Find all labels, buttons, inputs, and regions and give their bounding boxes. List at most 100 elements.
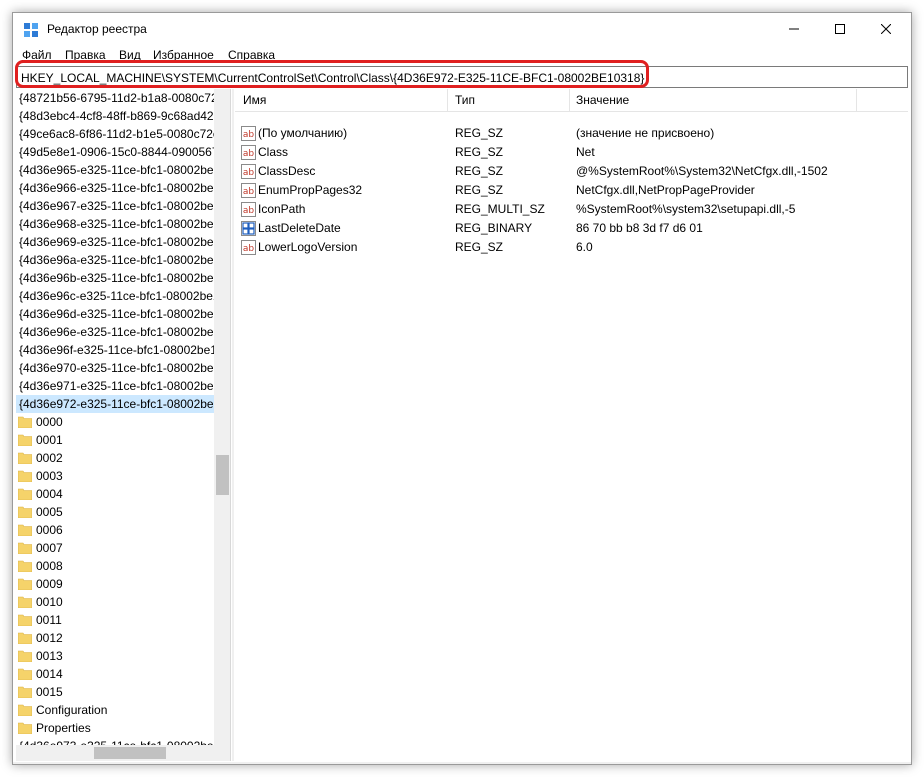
folder-icon: [18, 452, 32, 464]
title-bar[interactable]: Редактор реестра: [13, 13, 911, 45]
tree-subkey-item[interactable]: 0009: [16, 575, 214, 593]
tree-item-label: {4d36e968-e325-11ce-bfc1-08002be1: [19, 217, 214, 231]
tree-key-item[interactable]: {4d36e966-e325-11ce-bfc1-08002be1: [16, 179, 214, 197]
tree-subkey-item[interactable]: Configuration: [16, 701, 214, 719]
menu-file[interactable]: Файл: [22, 48, 52, 62]
value-row[interactable]: ab (По умолчанию) REG_SZ (значение не присв…: [235, 124, 908, 143]
tree-subkey-item[interactable]: 0013: [16, 647, 214, 665]
list-header: Имя Тип Значение: [235, 89, 908, 112]
tree-item-label: {4d36e96f-e325-11ce-bfc1-08002be10: [19, 343, 214, 357]
tree-item-label: {4d36e966-e325-11ce-bfc1-08002be1: [19, 181, 214, 195]
svg-text:ab: ab: [243, 244, 255, 254]
tree-subkey-item[interactable]: 0004: [16, 485, 214, 503]
tree-item-label: 0003: [36, 469, 63, 483]
folder-icon: [18, 542, 32, 554]
column-divider[interactable]: [856, 89, 857, 111]
folder-icon: [18, 578, 32, 590]
tree-key-item[interactable]: {49ce6ac8-6f86-11d2-b1e5-0080c72e: [16, 125, 214, 143]
close-icon: [881, 24, 891, 34]
tree-key-item[interactable]: {4d36e967-e325-11ce-bfc1-08002be1: [16, 197, 214, 215]
tree-key-item[interactable]: {4d36e96a-e325-11ce-bfc1-08002be1: [16, 251, 214, 269]
value-data: (значение не присвоено): [576, 126, 715, 140]
tree-subkey-item[interactable]: 0014: [16, 665, 214, 683]
tree-vertical-scroll-thumb[interactable]: [216, 455, 229, 495]
close-button[interactable]: [863, 13, 909, 45]
values-list-pane: Имя Тип Значение ab (По умолчанию) REG_SZ(…: [235, 89, 908, 761]
tree-key-item[interactable]: {48721b56-6795-11d2-b1a8-0080c72e: [16, 89, 214, 107]
value-row[interactable]: LastDeleteDate REG_BINARY 86 70 bb b8 3d f…: [235, 219, 908, 238]
tree-subkey-item[interactable]: 0008: [16, 557, 214, 575]
tree-subkey-item[interactable]: 0005: [16, 503, 214, 521]
string-value-icon: ab: [241, 183, 256, 198]
tree-item-label: {4d36e965-e325-11ce-bfc1-08002be1: [19, 163, 214, 177]
tree-subkey-item[interactable]: 0006: [16, 521, 214, 539]
folder-icon: [18, 614, 32, 626]
menu-help[interactable]: Справка: [228, 48, 275, 62]
tree-key-item[interactable]: {4d36e968-e325-11ce-bfc1-08002be1: [16, 215, 214, 233]
tree-item-label: {4d36e971-e325-11ce-bfc1-08002be1: [19, 379, 214, 393]
tree-subkey-item[interactable]: 0012: [16, 629, 214, 647]
tree-subkey-item[interactable]: Properties: [16, 719, 214, 737]
menu-favorites[interactable]: Избранное: [153, 48, 214, 62]
tree-item-label: {4d36e96b-e325-11ce-bfc1-08002be1: [19, 271, 214, 285]
tree-subkey-item[interactable]: 0015: [16, 683, 214, 701]
tree-item-label: 0002: [36, 451, 63, 465]
value-name: Class: [258, 145, 289, 159]
status-strip: [13, 762, 911, 764]
tree-key-item[interactable]: {4d36e96d-e325-11ce-bfc1-08002be1: [16, 305, 214, 323]
tree-key-item[interactable]: {48d3ebc4-4cf8-48ff-b869-9c68ad42e: [16, 107, 214, 125]
column-header-name[interactable]: Имя: [243, 93, 266, 107]
tree-item-label: {4d36e967-e325-11ce-bfc1-08002be1: [19, 199, 214, 213]
tree-item-label: Configuration: [36, 703, 108, 717]
folder-icon: [18, 650, 32, 662]
svg-text:ab: ab: [243, 168, 255, 178]
tree-subkey-item[interactable]: 0011: [16, 611, 214, 629]
column-header-type[interactable]: Тип: [455, 93, 475, 107]
tree-key-item[interactable]: {4d36e970-e325-11ce-bfc1-08002be1: [16, 359, 214, 377]
column-header-data[interactable]: Значение: [576, 93, 629, 107]
tree-subkey-item[interactable]: 0007: [16, 539, 214, 557]
value-row[interactable]: ab LowerLogoVersion REG_SZ 6.0: [235, 238, 908, 257]
menu-view[interactable]: Вид: [119, 48, 141, 62]
address-bar[interactable]: HKEY_LOCAL_MACHINE\SYSTEM\CurrentControl…: [16, 66, 908, 88]
tree-subkey-item[interactable]: 0001: [16, 431, 214, 449]
value-row[interactable]: ab IconPath REG_MULTI_SZ %SystemRoot%\syste…: [235, 200, 908, 219]
tree-vertical-scrollbar[interactable]: [214, 89, 230, 745]
tree-key-item[interactable]: {4d36e971-e325-11ce-bfc1-08002be1: [16, 377, 214, 395]
tree-key-item[interactable]: {4d36e96f-e325-11ce-bfc1-08002be10: [16, 341, 214, 359]
tree-item-label: {4d36e96d-e325-11ce-bfc1-08002be1: [19, 307, 214, 321]
tree-key-item[interactable]: {49d5e8e1-0906-15c0-8844-09005679: [16, 143, 214, 161]
tree-item-label: 0010: [36, 595, 63, 609]
value-row[interactable]: ab ClassDesc REG_SZ @%SystemRoot%\System32\…: [235, 162, 908, 181]
menu-edit[interactable]: Правка: [65, 48, 106, 62]
value-data: 6.0: [576, 240, 593, 254]
tree-key-item[interactable]: {4d36e972-e325-11ce-bfc1-08002be1: [16, 395, 214, 413]
tree-subkey-item[interactable]: 0002: [16, 449, 214, 467]
minimize-button[interactable]: [771, 13, 817, 45]
tree-horizontal-scroll-thumb[interactable]: [94, 747, 166, 759]
value-data: Net: [576, 145, 595, 159]
column-divider[interactable]: [569, 89, 570, 111]
column-divider[interactable]: [447, 89, 448, 111]
maximize-button[interactable]: [817, 13, 863, 45]
value-row[interactable]: ab Class REG_SZ Net: [235, 143, 908, 162]
tree-key-item[interactable]: {4d36e969-e325-11ce-bfc1-08002be1: [16, 233, 214, 251]
tree-item-label: 0011: [36, 613, 62, 627]
folder-icon: [18, 524, 32, 536]
tree-key-item[interactable]: {4d36e96b-e325-11ce-bfc1-08002be1: [16, 269, 214, 287]
pane-splitter[interactable]: [232, 89, 234, 761]
tree-key-item[interactable]: {4d36e965-e325-11ce-bfc1-08002be1: [16, 161, 214, 179]
string-value-icon: ab: [241, 126, 256, 141]
tree-item-label: 0009: [36, 577, 63, 591]
tree-subkey-item[interactable]: 0003: [16, 467, 214, 485]
tree-horizontal-scrollbar[interactable]: [16, 745, 214, 761]
tree-item-label: {4d36e96e-e325-11ce-bfc1-08002be1: [19, 325, 214, 339]
address-path[interactable]: HKEY_LOCAL_MACHINE\SYSTEM\CurrentControl…: [21, 71, 644, 85]
value-row[interactable]: ab EnumPropPages32 REG_SZ NetCfgx.dll,NetPr…: [235, 181, 908, 200]
value-data: %SystemRoot%\system32\setupapi.dll,-5: [576, 202, 796, 216]
folder-icon: [18, 434, 32, 446]
tree-key-item[interactable]: {4d36e96e-e325-11ce-bfc1-08002be1: [16, 323, 214, 341]
tree-subkey-item[interactable]: 0010: [16, 593, 214, 611]
tree-key-item[interactable]: {4d36e96c-e325-11ce-bfc1-08002be1: [16, 287, 214, 305]
tree-subkey-item[interactable]: 0000: [16, 413, 214, 431]
